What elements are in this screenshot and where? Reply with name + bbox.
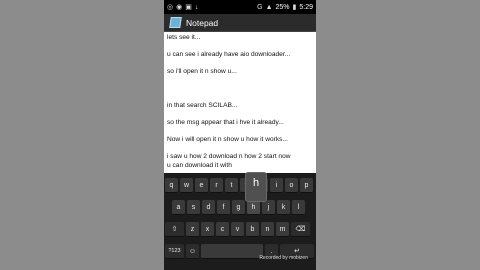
- battery-icon: ▮: [292, 4, 297, 11]
- status-bar: ◎ ◉ ▣ ↓ G ▲ 25% ▮ 5:29: [164, 0, 316, 14]
- keyboard-row-3: ⇧ z x c v b n m ⌫: [164, 222, 316, 237]
- video-frame: ◎ ◉ ▣ ↓ G ▲ 25% ▮ 5:29 Notepad lets see …: [0, 0, 480, 270]
- editor-line: i saw u how 2 download n how 2 start now: [167, 153, 291, 160]
- text-editor[interactable]: lets see it... u can see i already have …: [164, 32, 316, 173]
- key-preview-popup: h: [245, 172, 267, 202]
- key-p[interactable]: p: [300, 178, 313, 193]
- key-j[interactable]: j: [262, 200, 275, 215]
- key-w[interactable]: w: [180, 178, 193, 193]
- messenger-icon: ◉: [176, 4, 183, 11]
- key-f[interactable]: f: [217, 200, 230, 215]
- key-x[interactable]: x: [201, 222, 214, 237]
- editor-line: u can see i already have aio downloader.…: [167, 51, 291, 58]
- editor-line: in that search SCILAB...: [167, 102, 238, 109]
- editor-line: u can download it with: [167, 161, 232, 169]
- symbols-key[interactable]: ?123: [165, 244, 184, 259]
- shift-key[interactable]: ⇧: [165, 222, 184, 237]
- emoji-key[interactable]: ☺: [186, 244, 199, 259]
- key-r[interactable]: r: [210, 178, 223, 193]
- key-c[interactable]: c: [216, 222, 229, 237]
- key-s[interactable]: s: [187, 200, 200, 215]
- keyboard-row-1: q w e r t y u i o p: [164, 178, 316, 193]
- key-v[interactable]: v: [231, 222, 244, 237]
- app-bar: Notepad: [164, 14, 316, 32]
- editor-line: so the msg appear that i hve it already.…: [167, 119, 284, 126]
- network-type: G: [257, 3, 263, 11]
- editor-line: so i'll open it n show u...: [167, 68, 237, 75]
- key-d[interactable]: d: [202, 200, 215, 215]
- key-n[interactable]: n: [261, 222, 274, 237]
- key-i[interactable]: i: [270, 178, 283, 193]
- key-z[interactable]: z: [186, 222, 199, 237]
- backspace-key[interactable]: ⌫: [291, 222, 310, 237]
- key-q[interactable]: q: [165, 178, 178, 193]
- notification-icon: ▣: [185, 4, 192, 11]
- key-b[interactable]: b: [246, 222, 259, 237]
- key-o[interactable]: o: [285, 178, 298, 193]
- editor-line: Now i will open it n show u how it works…: [167, 136, 288, 143]
- notepad-app-icon[interactable]: [169, 17, 182, 28]
- signal-icon: ▲: [265, 3, 273, 11]
- key-g[interactable]: g: [232, 200, 245, 215]
- whatsapp-icon: ◎: [167, 4, 174, 11]
- key-m[interactable]: m: [276, 222, 289, 237]
- key-l[interactable]: l: [292, 200, 305, 215]
- recording-watermark: Recorded by mobizen: [259, 255, 308, 261]
- key-a[interactable]: a: [172, 200, 185, 215]
- key-k[interactable]: k: [277, 200, 290, 215]
- download-icon: ↓: [194, 3, 199, 11]
- app-title: Notepad: [186, 17, 219, 28]
- key-t[interactable]: t: [225, 178, 238, 193]
- key-h[interactable]: h: [247, 200, 260, 215]
- phone-screen: ◎ ◉ ▣ ↓ G ▲ 25% ▮ 5:29 Notepad lets see …: [164, 0, 316, 270]
- clock: 5:29: [299, 3, 313, 11]
- space-bar[interactable]: [201, 244, 263, 259]
- battery-level: 25%: [275, 3, 290, 11]
- keyboard-row-2: a s d f g h j k l: [164, 200, 316, 215]
- editor-line: lets see it...: [167, 34, 201, 41]
- key-e[interactable]: e: [195, 178, 208, 193]
